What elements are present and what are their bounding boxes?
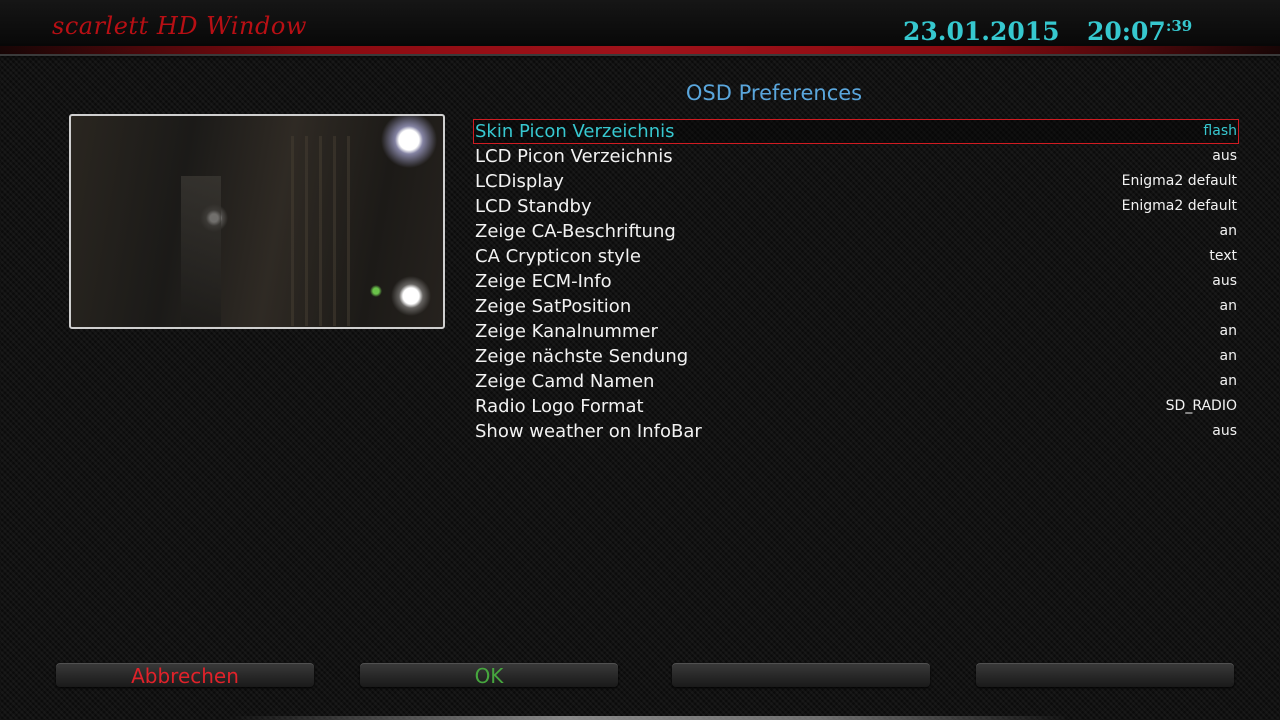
time-seconds: :39 bbox=[1165, 17, 1193, 35]
setting-label: LCD Picon Verzeichnis bbox=[475, 146, 673, 167]
setting-label: Zeige Kanalnummer bbox=[475, 321, 658, 342]
setting-row-ca-crypticon-style[interactable]: CA Crypticon style text bbox=[473, 244, 1239, 269]
setting-value[interactable]: an bbox=[1220, 373, 1237, 389]
setting-label: LCDisplay bbox=[475, 171, 564, 192]
setting-label: Zeige ECM-Info bbox=[475, 271, 612, 292]
setting-label: Show weather on InfoBar bbox=[475, 421, 702, 442]
setting-value[interactable]: an bbox=[1220, 223, 1237, 239]
setting-row-zeige-naechste-sendung[interactable]: Zeige nächste Sendung an bbox=[473, 344, 1239, 369]
setting-row-zeige-ca-beschriftung[interactable]: Zeige CA-Beschriftung an bbox=[473, 219, 1239, 244]
setting-label: CA Crypticon style bbox=[475, 246, 641, 267]
setting-value[interactable]: aus bbox=[1212, 423, 1237, 439]
ok-button[interactable]: OK bbox=[360, 663, 618, 688]
setting-row-show-weather-on-infobar[interactable]: Show weather on InfoBar aus bbox=[473, 419, 1239, 444]
settings-list: Skin Picon Verzeichnis flash LCD Picon V… bbox=[473, 119, 1239, 444]
header-divider bbox=[0, 46, 1280, 56]
date-display: 23.01.2015 bbox=[903, 17, 1060, 46]
setting-value[interactable]: Enigma2 default bbox=[1122, 198, 1237, 214]
setting-row-lcd-standby[interactable]: LCD Standby Enigma2 default bbox=[473, 194, 1239, 219]
setting-row-zeige-camd-namen[interactable]: Zeige Camd Namen an bbox=[473, 369, 1239, 394]
setting-value[interactable]: an bbox=[1220, 323, 1237, 339]
setting-label: Radio Logo Format bbox=[475, 396, 644, 417]
setting-row-lcdisplay[interactable]: LCDisplay Enigma2 default bbox=[473, 169, 1239, 194]
setting-value[interactable]: aus bbox=[1212, 148, 1237, 164]
osd-preferences-screen: scarlett HD Window 23.01.2015 20:07:39 O… bbox=[0, 0, 1280, 720]
window-title: scarlett HD Window bbox=[52, 12, 307, 40]
setting-value[interactable]: flash bbox=[1203, 123, 1237, 139]
setting-row-zeige-kanalnummer[interactable]: Zeige Kanalnummer an bbox=[473, 319, 1239, 344]
time-hours-minutes: 20:07 bbox=[1087, 17, 1166, 46]
setting-value[interactable]: an bbox=[1220, 348, 1237, 364]
tv-preview-window bbox=[69, 114, 445, 329]
bottom-edge-highlight bbox=[230, 716, 1070, 720]
setting-row-zeige-satposition[interactable]: Zeige SatPosition an bbox=[473, 294, 1239, 319]
setting-row-lcd-picon-verzeichnis[interactable]: LCD Picon Verzeichnis aus bbox=[473, 144, 1239, 169]
setting-value[interactable]: Enigma2 default bbox=[1122, 173, 1237, 189]
setting-row-skin-picon-verzeichnis[interactable]: Skin Picon Verzeichnis flash bbox=[473, 119, 1239, 144]
cancel-button[interactable]: Abbrechen bbox=[56, 663, 314, 688]
setting-label: Skin Picon Verzeichnis bbox=[475, 121, 675, 142]
setting-value[interactable]: text bbox=[1209, 248, 1237, 264]
setting-value[interactable]: aus bbox=[1212, 273, 1237, 289]
page-title: OSD Preferences bbox=[685, 81, 863, 105]
setting-value[interactable]: an bbox=[1220, 298, 1237, 314]
blue-button[interactable] bbox=[976, 663, 1234, 687]
yellow-button[interactable] bbox=[672, 663, 930, 687]
setting-label: Zeige SatPosition bbox=[475, 296, 632, 317]
setting-row-zeige-ecm-info[interactable]: Zeige ECM-Info aus bbox=[473, 269, 1239, 294]
setting-label: Zeige nächste Sendung bbox=[475, 346, 689, 367]
setting-label: Zeige CA-Beschriftung bbox=[475, 221, 676, 242]
setting-label: Zeige Camd Namen bbox=[475, 371, 655, 392]
time-display: 20:07:39 bbox=[1087, 17, 1192, 46]
setting-row-radio-logo-format[interactable]: Radio Logo Format SD_RADIO bbox=[473, 394, 1239, 419]
setting-label: LCD Standby bbox=[475, 196, 592, 217]
setting-value[interactable]: SD_RADIO bbox=[1166, 398, 1237, 414]
